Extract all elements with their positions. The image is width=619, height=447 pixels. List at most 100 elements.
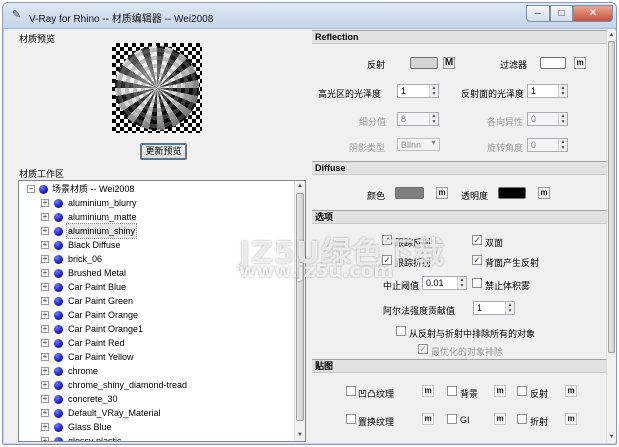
scroll-up-arrow-icon[interactable]: ▲ [607, 30, 616, 40]
reflect-on-back-checkbox[interactable]: ✓ [472, 255, 482, 265]
expand-icon[interactable]: + [41, 241, 49, 249]
tree-root[interactable]: − 场景材质 -- Wei2008 [19, 182, 289, 196]
refraction-map-button[interactable]: m [565, 413, 577, 425]
options-header[interactable]: 选项 [312, 210, 612, 224]
refraction-map-checkbox[interactable] [517, 414, 527, 424]
tree-item[interactable]: + concrete_30 [19, 392, 289, 406]
material-tree[interactable]: − 场景材质 -- Wei2008 + aluminium_blurry + a… [18, 180, 306, 442]
expand-icon[interactable]: + [41, 269, 49, 277]
collapse-icon[interactable]: − [27, 185, 35, 193]
title-bar[interactable]: ✎ V-Ray for Rhino -- 材质编辑器 -- Wei2008 – … [3, 3, 616, 29]
expand-icon[interactable]: + [41, 437, 49, 441]
update-preview-button[interactable]: 更新预览 [140, 143, 187, 160]
cutoff-spinner[interactable]: 0.01 ▲ ▼ [422, 276, 467, 290]
watermark-url: www.jz5u.com [239, 260, 394, 282]
displacement-map-button[interactable]: m [422, 413, 434, 425]
app-icon: ✎ [11, 9, 22, 21]
expand-icon[interactable]: + [41, 283, 49, 291]
tree-item[interactable]: + Glass Blue [19, 420, 289, 434]
spinner-arrows-icon[interactable]: ▲ ▼ [558, 139, 567, 151]
no-volume-fog-checkbox[interactable] [472, 278, 482, 288]
spinner-arrows-icon[interactable]: ▲ ▼ [457, 277, 466, 289]
tree-item-label: aluminium_matte [68, 212, 137, 222]
refl-gloss-spinner[interactable]: 1 ▲ ▼ [527, 84, 568, 98]
spinner-arrows-icon[interactable]: ▲ ▼ [429, 113, 438, 125]
expand-icon[interactable]: + [41, 213, 49, 221]
reflect-color-swatch[interactable] [410, 57, 438, 69]
expand-icon[interactable]: + [41, 297, 49, 305]
brdf-dropdown[interactable]: Blinn ▼ [397, 138, 440, 151]
diffuse-header[interactable]: Diffuse [312, 161, 612, 175]
reflect-map-button[interactable]: M [443, 57, 455, 69]
expand-icon[interactable]: + [41, 339, 49, 347]
aniso-spinner[interactable]: 0 ▲ ▼ [527, 112, 568, 126]
tree-scrollbar[interactable]: ▲ ▼ [294, 181, 305, 441]
reflection-map-checkbox[interactable] [517, 386, 527, 396]
transparency-map-button[interactable]: m [538, 187, 550, 199]
expand-icon[interactable]: + [41, 381, 49, 389]
expand-icon[interactable]: + [41, 325, 49, 333]
tree-item[interactable]: + glossy plastic [19, 434, 289, 441]
tree-item[interactable]: + Car Paint Orange1 [19, 322, 289, 336]
rotation-spinner[interactable]: 0 ▲ ▼ [527, 138, 568, 152]
maximize-button[interactable]: □ [550, 5, 573, 22]
chevron-down-icon: ▼ [430, 140, 437, 147]
minimize-button[interactable]: – [526, 5, 550, 22]
close-button[interactable]: ✕ [573, 5, 613, 22]
tree-item[interactable]: + Car Paint Red [19, 336, 289, 350]
background-map-button[interactable]: m [494, 385, 506, 397]
bump-map-button[interactable]: m [422, 385, 434, 397]
transparency-color-swatch[interactable] [498, 187, 526, 199]
scroll-down-arrow-icon[interactable]: ▼ [295, 430, 305, 441]
spinner-arrows-icon[interactable]: ▲ ▼ [558, 113, 567, 125]
gi-map-button[interactable]: m [494, 413, 506, 425]
tree-item-label: Default_VRay_Material [68, 408, 161, 418]
bump-checkbox[interactable] [346, 386, 356, 396]
filter-map-button[interactable]: m [574, 57, 586, 69]
gi-checkbox[interactable] [447, 414, 457, 424]
displacement-checkbox[interactable] [346, 414, 356, 424]
expand-icon[interactable]: + [41, 409, 49, 417]
reflection-header[interactable]: Reflection [312, 30, 612, 44]
optimized-exclusion-checkbox[interactable]: ✓ [418, 344, 428, 354]
displacement-label: 置换纹理 [358, 417, 395, 427]
subdivs-spinner[interactable]: 8 ▲ ▼ [397, 112, 439, 126]
hilight-gloss-spinner[interactable]: 1 ▲ ▼ [397, 84, 439, 98]
tree-item[interactable]: + aluminium_blurry [19, 196, 289, 210]
expand-icon[interactable]: + [41, 395, 49, 403]
spinner-arrows-icon[interactable]: ▲ ▼ [429, 85, 438, 97]
tree-item[interactable]: + Car Paint Orange [19, 308, 289, 322]
tree-item[interactable]: + aluminium_matte [19, 210, 289, 224]
expand-icon[interactable]: + [41, 423, 49, 431]
diffuse-color-swatch[interactable] [395, 187, 424, 199]
maps-header[interactable]: 贴图 [312, 359, 612, 373]
double-sided-checkbox[interactable]: ✓ [472, 235, 482, 245]
tree-item[interactable]: + Car Paint Yellow [19, 350, 289, 364]
background-checkbox[interactable] [447, 386, 457, 396]
filter-color-swatch[interactable] [540, 57, 566, 69]
properties-scrollbar[interactable]: ▲ ▼ [606, 30, 616, 442]
refl-gloss-value: 1 [531, 86, 537, 96]
tree-item[interactable]: + chrome_shiny_diamond-tread [19, 378, 289, 392]
workspace-group-label: 材质工作区 [19, 169, 65, 179]
spinner-arrows-icon[interactable]: ▲ ▼ [505, 302, 514, 314]
diffuse-map-button[interactable]: m [436, 187, 448, 199]
tree-item[interactable]: + chrome [19, 364, 289, 378]
scroll-up-arrow-icon[interactable]: ▲ [295, 181, 305, 192]
scroll-down-arrow-icon[interactable]: ▼ [607, 432, 616, 442]
scroll-thumb[interactable] [608, 41, 615, 353]
tree-item[interactable]: + Car Paint Blue [19, 280, 289, 294]
expand-icon[interactable]: + [41, 353, 49, 361]
expand-icon[interactable]: + [41, 199, 49, 207]
reflection-map-button[interactable]: m [565, 385, 577, 397]
tree-item[interactable]: + Default_VRay_Material [19, 406, 289, 420]
exclude-all-checkbox[interactable] [396, 326, 406, 336]
expand-icon[interactable]: + [41, 311, 49, 319]
expand-icon[interactable]: + [41, 255, 49, 263]
preview-group-label: 材质预览 [19, 34, 56, 44]
tree-item[interactable]: + Car Paint Green [19, 294, 289, 308]
alpha-contribution-spinner[interactable]: 1 ▲ ▼ [473, 301, 515, 315]
spinner-arrows-icon[interactable]: ▲ ▼ [558, 85, 567, 97]
expand-icon[interactable]: + [41, 367, 49, 375]
expand-icon[interactable]: + [41, 227, 49, 235]
